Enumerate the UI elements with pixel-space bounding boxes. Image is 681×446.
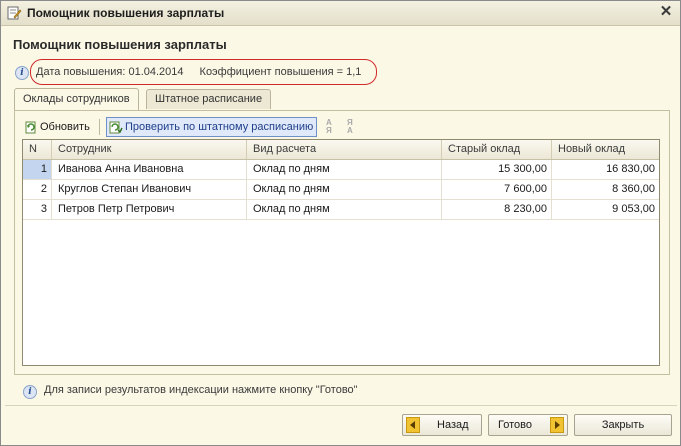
sort-descending-icon[interactable]: ЯA — [347, 119, 361, 135]
employee-name[interactable]: Иванова Анна Ивановна — [52, 160, 247, 179]
window-title: Помощник повышения зарплаты — [27, 6, 225, 20]
highlight-annotation — [30, 59, 377, 85]
new-salary[interactable]: 16 830,00 — [552, 160, 659, 179]
old-salary[interactable]: 8 230,00 — [442, 200, 552, 219]
calc-type[interactable]: Оклад по дням — [247, 160, 442, 179]
table-row[interactable]: 3 Петров Петр Петрович Оклад по дням 8 2… — [23, 200, 659, 220]
info-icon: i — [23, 385, 37, 399]
tab-panel: Обновить Проверить по штатному расписани… — [14, 110, 670, 375]
row-number[interactable]: 2 — [23, 180, 52, 199]
close-label: Закрыть — [601, 419, 645, 431]
check-schedule-label: Проверить по штатному расписанию — [125, 121, 314, 133]
table-header: N Сотрудник Вид расчета Старый оклад Нов… — [23, 140, 659, 160]
employee-name[interactable]: Петров Петр Петрович — [52, 200, 247, 219]
salaries-table[interactable]: N Сотрудник Вид расчета Старый оклад Нов… — [22, 139, 660, 366]
title-bar[interactable]: Помощник повышения зарплаты ✕ — [1, 1, 680, 26]
column-header-new-salary[interactable]: Новый оклад — [552, 140, 659, 159]
bottom-info-text: Для записи результатов индексации нажмит… — [44, 384, 358, 396]
column-header-n[interactable]: N — [23, 140, 52, 159]
toolbar-separator — [99, 119, 100, 135]
table-row[interactable]: 1 Иванова Анна Ивановна Оклад по дням 15… — [23, 160, 659, 180]
close-icon[interactable]: ✕ — [658, 4, 674, 20]
check-refresh-icon — [109, 121, 123, 134]
arrow-left-icon — [406, 417, 420, 433]
old-salary[interactable]: 15 300,00 — [442, 160, 552, 179]
table-row[interactable]: 2 Круглов Степан Иванович Оклад по дням … — [23, 180, 659, 200]
refresh-label: Обновить — [40, 121, 90, 133]
tab-employee-salaries[interactable]: Оклады сотрудников — [14, 88, 139, 110]
footer-divider — [5, 405, 677, 406]
tab-staff-schedule[interactable]: Штатное расписание — [146, 89, 272, 109]
assistant-window: Помощник повышения зарплаты ✕ Помощник п… — [0, 0, 681, 446]
employee-name[interactable]: Круглов Степан Иванович — [52, 180, 247, 199]
row-number[interactable]: 3 — [23, 200, 52, 219]
info-icon: i — [15, 66, 29, 80]
row-number[interactable]: 1 — [23, 160, 52, 179]
refresh-icon — [25, 121, 36, 134]
close-button[interactable]: Закрыть — [574, 414, 672, 436]
column-header-employee[interactable]: Сотрудник — [52, 140, 247, 159]
check-schedule-button[interactable]: Проверить по штатному расписанию — [106, 117, 318, 137]
form-heading: Помощник повышения зарплаты — [13, 37, 227, 52]
back-button[interactable]: Назад — [402, 414, 482, 436]
sort-ascending-icon[interactable]: AЯ — [326, 119, 340, 135]
done-label: Готово — [498, 419, 532, 431]
back-label: Назад — [437, 419, 469, 431]
new-salary[interactable]: 8 360,00 — [552, 180, 659, 199]
old-salary[interactable]: 7 600,00 — [442, 180, 552, 199]
calc-type[interactable]: Оклад по дням — [247, 180, 442, 199]
column-header-calc-type[interactable]: Вид расчета — [247, 140, 442, 159]
arrow-right-icon — [550, 417, 564, 433]
document-edit-icon — [7, 6, 22, 20]
new-salary[interactable]: 9 053,00 — [552, 200, 659, 219]
refresh-button[interactable]: Обновить — [25, 117, 90, 137]
calc-type[interactable]: Оклад по дням — [247, 200, 442, 219]
column-header-old-salary[interactable]: Старый оклад — [442, 140, 552, 159]
done-button[interactable]: Готово — [488, 414, 568, 436]
